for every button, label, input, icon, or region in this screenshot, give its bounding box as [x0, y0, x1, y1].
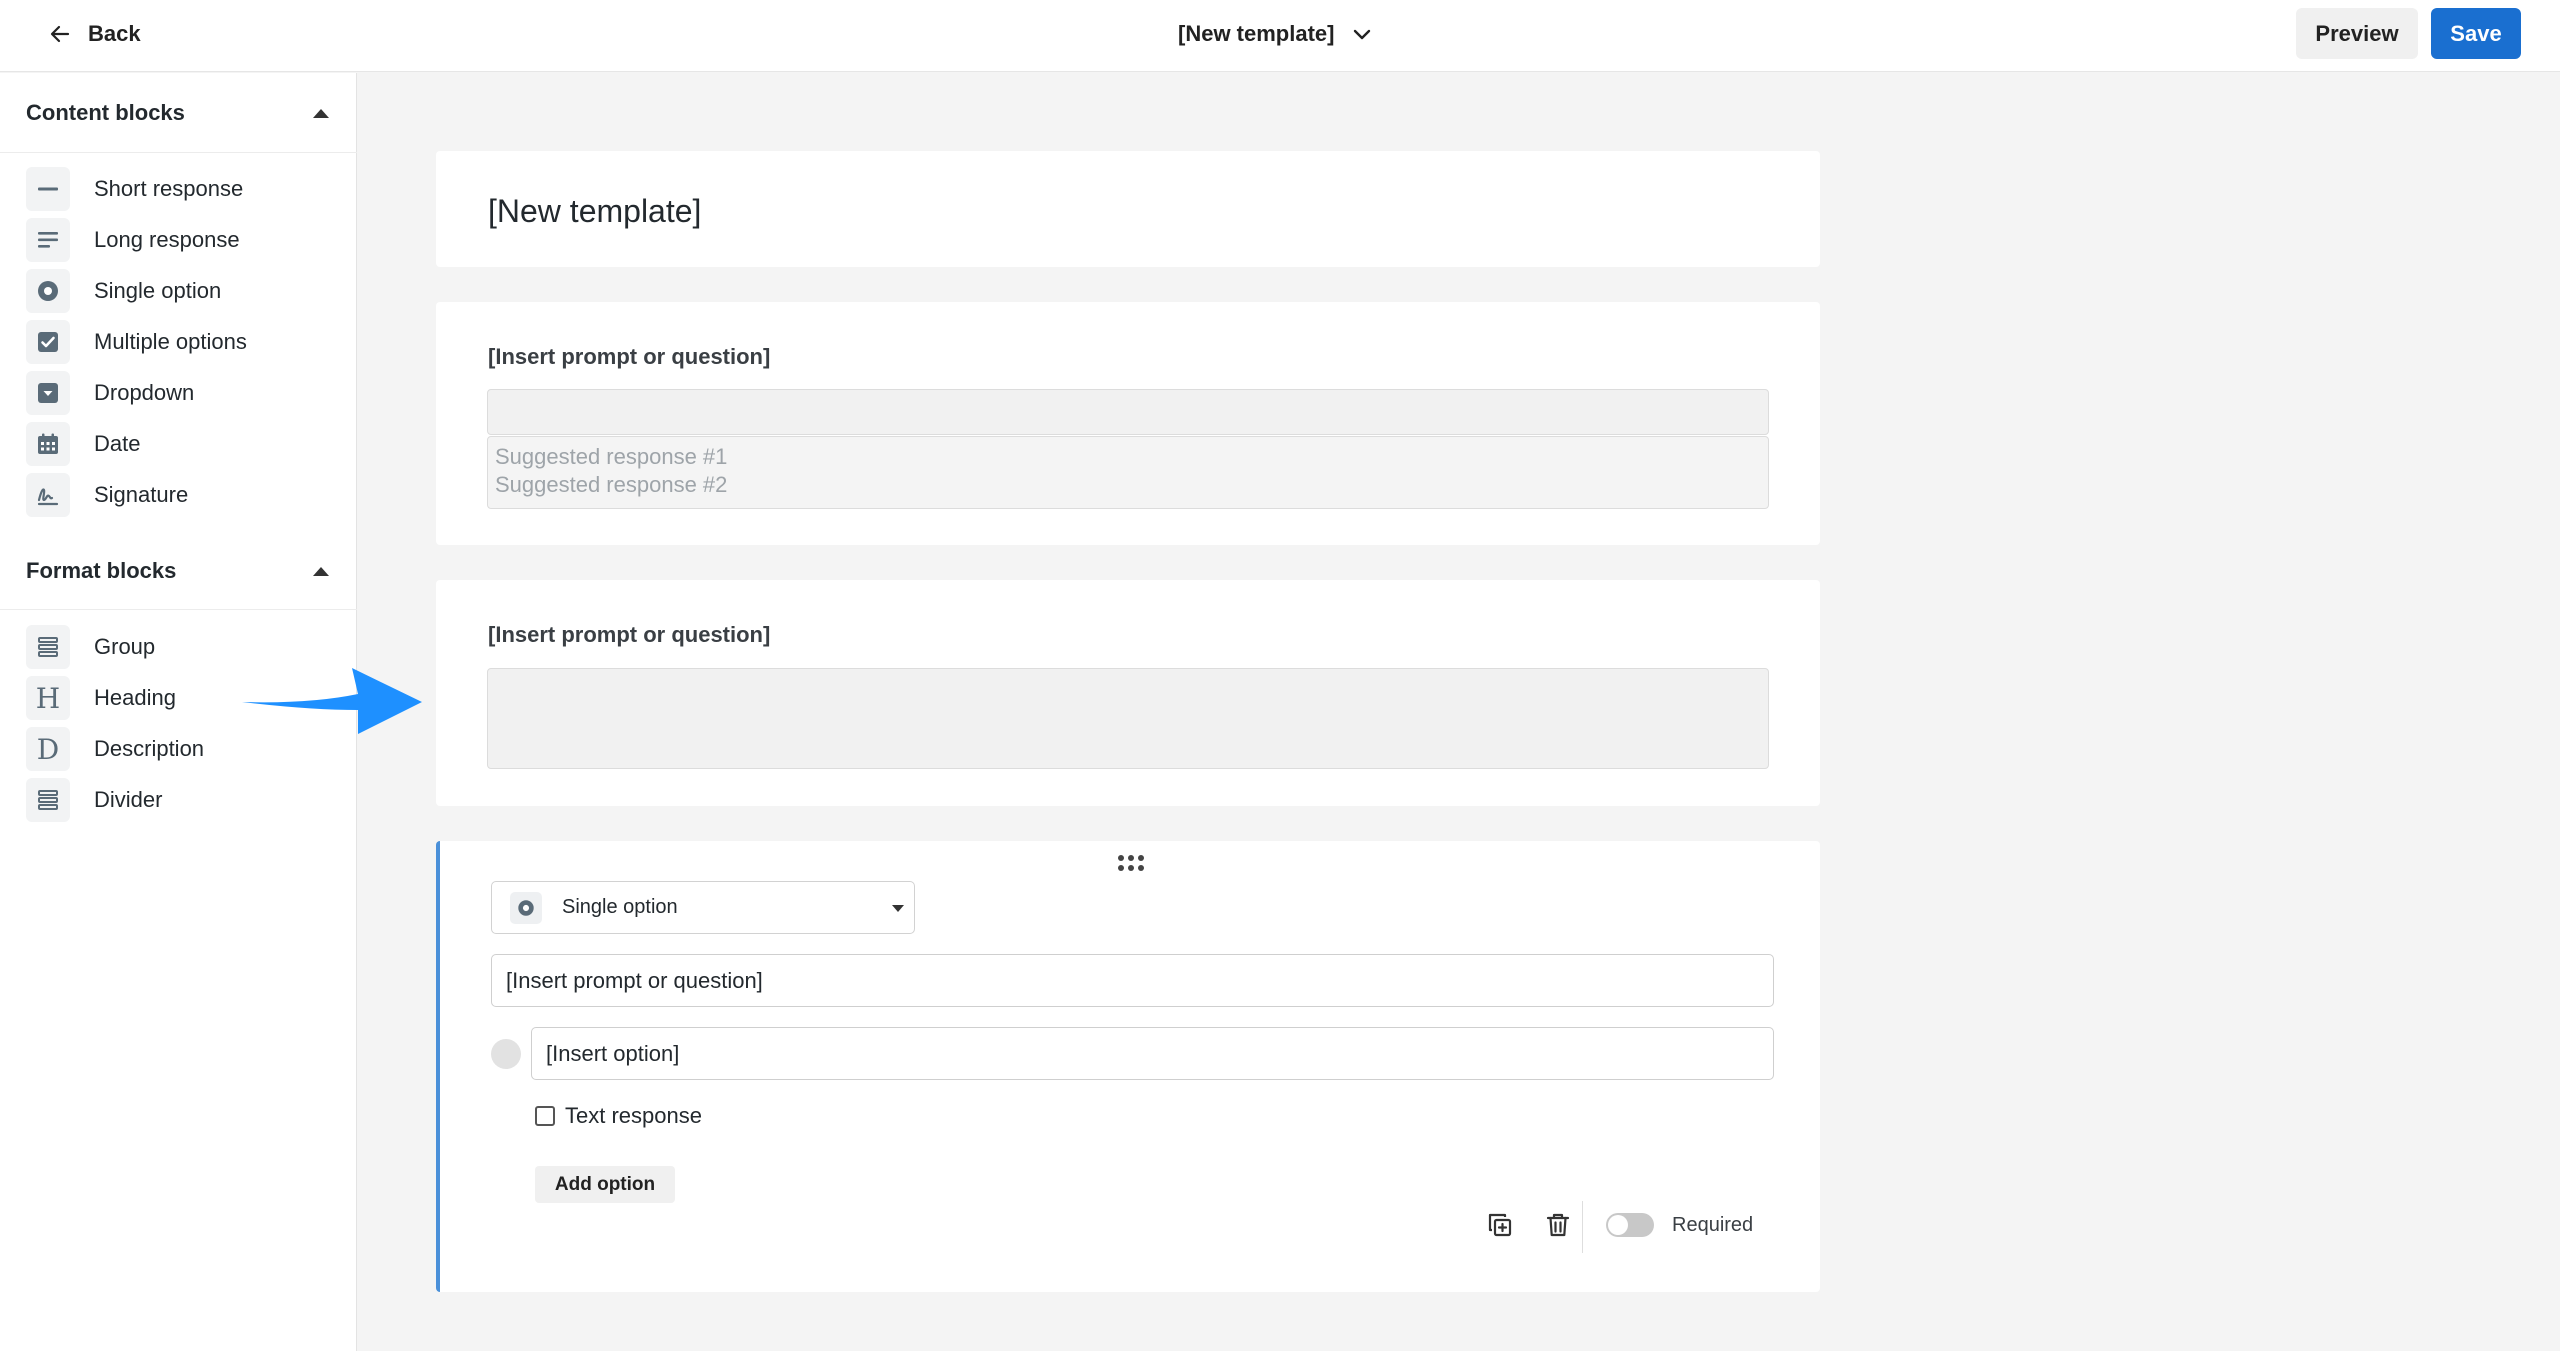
- block-single-option[interactable]: Single option: [26, 269, 221, 313]
- block-signature[interactable]: Signature: [26, 473, 188, 517]
- add-option-button[interactable]: Add option: [535, 1166, 675, 1203]
- radio-icon: [510, 891, 542, 924]
- divider-icon: [26, 778, 70, 822]
- drag-handle-icon[interactable]: [1116, 853, 1146, 873]
- block-description[interactable]: D Description: [26, 727, 204, 771]
- block-dropdown[interactable]: Dropdown: [26, 371, 194, 415]
- chevron-down-icon: [1354, 29, 1371, 40]
- block-label: Dropdown: [94, 380, 195, 405]
- short-response-card[interactable]: [Insert prompt or question] Suggested re…: [436, 302, 1820, 545]
- text-response-label: Text response: [565, 1103, 702, 1128]
- block-label: Multiple options: [94, 329, 247, 354]
- preview-button[interactable]: Preview: [2296, 8, 2418, 59]
- block-heading[interactable]: H Heading: [26, 676, 176, 720]
- block-label: Date: [94, 431, 141, 456]
- short-answer-field: [487, 389, 1769, 435]
- heading-icon: H: [26, 676, 70, 720]
- block-label: Group: [94, 634, 156, 659]
- format-blocks-header[interactable]: Format blocks: [26, 551, 331, 591]
- block-group[interactable]: Group: [26, 625, 155, 669]
- template-title: [New template]: [1178, 21, 1335, 46]
- block-label: Single option: [94, 278, 222, 303]
- top-bar: Back [New template] Preview Save: [0, 0, 2560, 72]
- save-button[interactable]: Save: [2431, 8, 2521, 59]
- suggested-responses: Suggested response #1 Suggested response…: [487, 436, 1769, 509]
- block-type-label: Single option: [562, 896, 678, 918]
- block-multiple-options[interactable]: Multiple options: [26, 320, 247, 364]
- required-label: Required: [1672, 1214, 1754, 1236]
- block-short-response[interactable]: Short response: [26, 167, 243, 211]
- option-radio: [491, 1039, 521, 1069]
- long-answer-field: [487, 668, 1769, 769]
- format-blocks-title: Format blocks: [26, 558, 177, 583]
- signature-icon: [26, 473, 70, 517]
- caret-up-icon: [313, 566, 329, 576]
- block-divider[interactable]: Divider: [26, 778, 162, 822]
- block-label: Heading: [94, 685, 176, 710]
- toggle-knob: [1608, 1215, 1628, 1235]
- dropdown-icon: [26, 371, 70, 415]
- text-response-checkbox[interactable]: [535, 1106, 555, 1126]
- back-label: Back: [88, 21, 141, 46]
- checkbox-icon: [26, 320, 70, 364]
- toolbar-divider: [1582, 1201, 1583, 1253]
- template-title-dropdown[interactable]: [New template]: [1178, 14, 1374, 54]
- content-blocks-header[interactable]: Content blocks: [26, 93, 331, 133]
- long-response-icon: [26, 218, 70, 262]
- divider: [0, 609, 357, 610]
- trash-icon: [1546, 1213, 1570, 1237]
- group-icon: [26, 625, 70, 669]
- caret-up-icon: [313, 108, 329, 118]
- content-blocks-title: Content blocks: [26, 100, 185, 125]
- delete-button[interactable]: [1540, 1207, 1576, 1243]
- block-type-select[interactable]: Single option: [491, 881, 915, 934]
- required-toggle[interactable]: [1606, 1213, 1654, 1237]
- block-long-response[interactable]: Long response: [26, 218, 240, 262]
- long-response-card[interactable]: [Insert prompt or question]: [436, 580, 1820, 806]
- pointer-arrow-icon: [242, 668, 422, 734]
- question-prompt: [Insert prompt or question]: [488, 344, 771, 369]
- calendar-icon: [26, 422, 70, 466]
- block-date[interactable]: Date: [26, 422, 140, 466]
- radio-icon: [26, 269, 70, 313]
- block-label: Signature: [94, 482, 189, 507]
- suggested-response: Suggested response #2: [495, 472, 728, 497]
- text-response-checkbox-row[interactable]: Text response: [535, 1103, 702, 1129]
- block-label: Long response: [94, 227, 240, 252]
- caret-down-icon: [892, 905, 904, 912]
- single-option-card-active[interactable]: Single option Text response Add option R…: [436, 841, 1820, 1292]
- question-input[interactable]: [491, 954, 1774, 1007]
- arrow-left-icon: [50, 25, 70, 43]
- form-title: [New template]: [488, 193, 702, 229]
- block-label: Short response: [94, 176, 244, 201]
- option-input[interactable]: [531, 1027, 1774, 1080]
- duplicate-icon: [1488, 1213, 1512, 1237]
- divider: [0, 152, 357, 153]
- suggested-response: Suggested response #1: [495, 444, 728, 469]
- template-title-card[interactable]: [New template]: [436, 151, 1820, 267]
- question-prompt: [Insert prompt or question]: [488, 622, 771, 647]
- description-icon: D: [26, 727, 70, 771]
- duplicate-button[interactable]: [1482, 1207, 1518, 1243]
- block-label: Divider: [94, 787, 163, 812]
- back-button[interactable]: Back: [48, 14, 141, 54]
- short-response-icon: [26, 167, 70, 211]
- block-label: Description: [94, 736, 205, 761]
